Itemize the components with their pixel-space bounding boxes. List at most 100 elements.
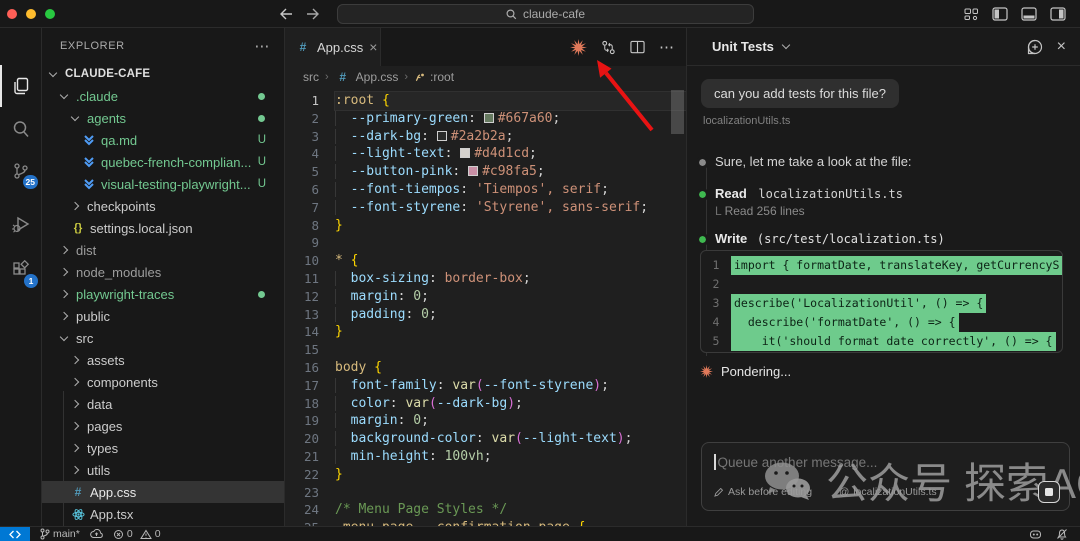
sync-changes-item[interactable] — [90, 529, 103, 539]
code-line-20[interactable]: 20 background-color: var(--light-text); — [285, 430, 686, 448]
close-tab-icon[interactable]: × — [369, 39, 377, 55]
tab-app-css[interactable]: # App.css × — [285, 28, 381, 66]
line-content: padding: 0; — [335, 306, 686, 324]
code-editor[interactable]: 1:root {2 --primary-green: #667a60; 3 --d… — [285, 88, 686, 526]
tree-item-quebec-french-complian[interactable]: quebec-french-complian... U — [42, 151, 284, 173]
forward-arrow-icon[interactable] — [306, 8, 320, 20]
input-attachment-chip[interactable]: @ localizationUtils.ts — [839, 486, 937, 498]
zoom-window-button[interactable] — [45, 9, 55, 19]
css-file-icon: # — [299, 40, 307, 54]
code-line-11[interactable]: 11 box-sizing: border-box; — [285, 270, 686, 288]
code-line-7[interactable]: 7 --font-styrene: 'Styrene', sans-serif; — [285, 199, 686, 217]
code-line-21[interactable]: 21 min-height: 100vh; — [285, 448, 686, 466]
new-chat-icon[interactable] — [1027, 39, 1043, 55]
command-center-search[interactable]: claude-cafe — [337, 4, 754, 24]
tree-item-claude-cafe[interactable]: CLAUDE-CAFE — [42, 63, 284, 85]
diff-line-number: 2 — [712, 277, 720, 291]
tree-item-label: components — [87, 374, 158, 390]
editor-scrollbar[interactable] — [671, 90, 684, 134]
problems-item[interactable]: 0 0 — [113, 528, 161, 540]
color-swatch[interactable] — [483, 112, 494, 123]
tree-item-app-tsx[interactable]: App.tsx — [42, 503, 284, 525]
code-line-17[interactable]: 17 font-family: var(--font-styrene); — [285, 377, 686, 395]
code-line-3[interactable]: 3 --dark-bg: #2a2b2a; — [285, 128, 686, 146]
code-line-18[interactable]: 18 color: var(--dark-bg); — [285, 395, 686, 413]
tool-call-read[interactable]: Read localizationUtils.ts L Read 256 lin… — [696, 186, 903, 218]
code-line-15[interactable]: 15 — [285, 341, 686, 359]
chat-input-box[interactable]: Queue another message... Ask before edit… — [701, 442, 1070, 511]
git-branch-item[interactable]: main* — [40, 528, 80, 540]
code-line-5[interactable]: 5 --button-pink: #c98fa5; — [285, 163, 686, 181]
tree-item-visual-testing-playwright[interactable]: visual-testing-playwright... U — [42, 173, 284, 195]
code-line-22[interactable]: 22} — [285, 466, 686, 484]
code-line-9[interactable]: 9 — [285, 234, 686, 252]
tree-item-types[interactable]: types — [42, 437, 284, 459]
tree-item-node-modules[interactable]: node_modules — [42, 261, 284, 283]
code-line-14[interactable]: 14} — [285, 323, 686, 341]
code-line-1[interactable]: 1:root { — [285, 92, 686, 110]
tree-item-app-css[interactable]: # App.css — [42, 481, 284, 503]
toggle-sidebar-icon[interactable] — [992, 7, 1008, 21]
code-line-12[interactable]: 12 margin: 0; — [285, 288, 686, 306]
code-line-8[interactable]: 8} — [285, 217, 686, 235]
code-line-10[interactable]: 10 * { — [285, 252, 686, 270]
tree-item-claude[interactable]: .claude — [42, 85, 284, 107]
code-line-25[interactable]: 25.menu-page, .confirmation-page { — [285, 519, 686, 526]
tree-item-src[interactable]: src — [42, 327, 284, 349]
close-window-button[interactable] — [7, 9, 17, 19]
activity-bar-extensions[interactable]: 1 — [0, 249, 42, 291]
activity-bar-source-control[interactable]: 25 — [0, 150, 42, 192]
editor-more-actions-icon[interactable]: ⋯ — [659, 38, 674, 56]
activity-bar-search[interactable] — [0, 108, 42, 150]
diff-code-block[interactable]: 1 import { formatDate, translateKey, getC… — [700, 250, 1063, 353]
back-arrow-icon[interactable] — [279, 8, 293, 20]
breadcrumb-file[interactable]: App.css — [356, 70, 399, 84]
color-swatch[interactable] — [436, 130, 447, 141]
code-line-6[interactable]: 6 --font-tiempos: 'Tiempos', serif; — [285, 181, 686, 199]
split-editor-icon[interactable] — [630, 40, 645, 54]
toggle-panel-icon[interactable] — [1021, 7, 1037, 21]
tool-call-write[interactable]: Write (src/test/localization.ts) — [696, 231, 945, 246]
permission-mode-selector[interactable]: Ask before editing — [728, 486, 812, 498]
tree-item-playwright-traces[interactable]: playwright-traces — [42, 283, 284, 305]
open-changes-icon[interactable] — [601, 40, 616, 55]
minimize-window-button[interactable] — [26, 9, 36, 19]
breadcrumb-symbol[interactable]: :root — [430, 70, 454, 84]
customize-layout-icon[interactable] — [964, 7, 979, 21]
stop-button[interactable] — [1038, 481, 1060, 503]
explorer-more-actions-icon[interactable]: ⋯ — [254, 37, 270, 55]
tree-item-public[interactable]: public — [42, 305, 284, 327]
code-line-2[interactable]: 2 --primary-green: #667a60; — [285, 110, 686, 128]
code-line-24[interactable]: 24 /* Menu Page Styles */ — [285, 501, 686, 519]
toggle-secondary-sidebar-icon[interactable] — [1050, 7, 1066, 21]
tree-item-qa-md[interactable]: qa.md U — [42, 129, 284, 151]
tree-item-components[interactable]: components — [42, 371, 284, 393]
close-panel-icon[interactable]: × — [1057, 38, 1066, 56]
code-line-13[interactable]: 13 padding: 0; — [285, 306, 686, 324]
tree-item-utils[interactable]: utils — [42, 459, 284, 481]
tree-item-pages[interactable]: pages — [42, 415, 284, 437]
breadcrumb[interactable]: src › # App.css › :root — [285, 66, 686, 88]
code-line-19[interactable]: 19 margin: 0; — [285, 412, 686, 430]
claude-code-icon[interactable] — [570, 38, 587, 56]
copilot-icon[interactable] — [1029, 529, 1042, 540]
chevron-down-icon[interactable] — [781, 40, 791, 50]
tree-item-checkpoints[interactable]: checkpoints — [42, 195, 284, 217]
vscode-window: claude-cafe 25 1 EXPLORER ⋯ CLAUDE-CAFE .c… — [0, 0, 1080, 541]
remote-indicator[interactable] — [0, 526, 30, 541]
attached-file-label[interactable]: localizationUtils.ts — [703, 115, 790, 127]
breadcrumb-src[interactable]: src — [303, 70, 319, 84]
code-line-16[interactable]: 16 body { — [285, 359, 686, 377]
activity-bar-run-debug[interactable] — [0, 203, 42, 245]
tree-item-settings-local-json[interactable]: {} settings.local.json — [42, 217, 284, 239]
activity-bar-explorer[interactable] — [0, 65, 42, 107]
notifications-muted-icon[interactable] — [1056, 528, 1068, 540]
color-swatch[interactable] — [468, 166, 479, 177]
color-swatch[interactable] — [460, 148, 471, 159]
tree-item-data[interactable]: data — [42, 393, 284, 415]
tree-item-dist[interactable]: dist — [42, 239, 284, 261]
tree-item-assets[interactable]: assets — [42, 349, 284, 371]
tree-item-agents[interactable]: agents — [42, 107, 284, 129]
code-line-23[interactable]: 23 — [285, 484, 686, 502]
code-line-4[interactable]: 4 --light-text: #d4d1cd; — [285, 145, 686, 163]
